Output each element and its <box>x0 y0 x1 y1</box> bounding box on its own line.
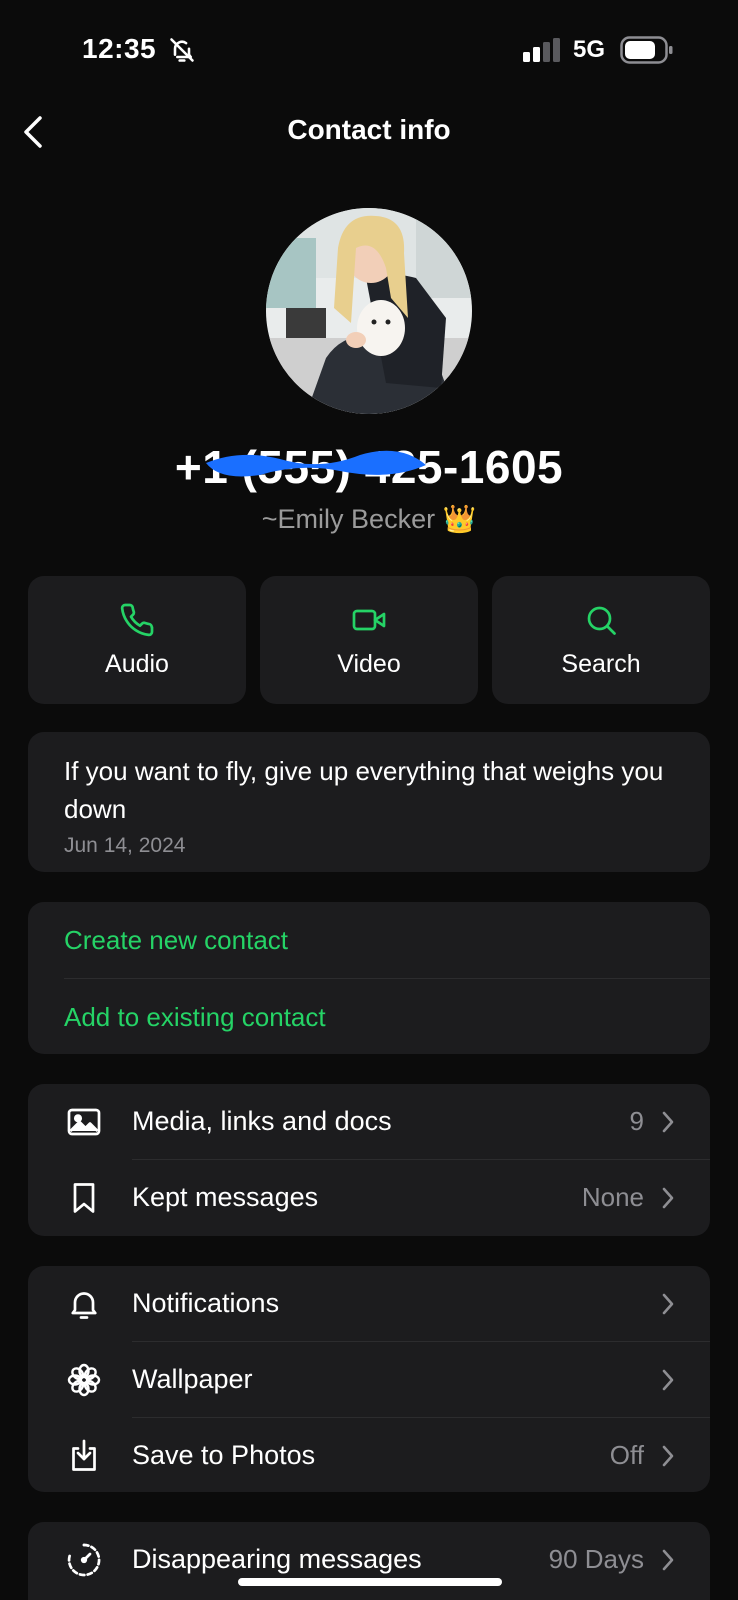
wallpaper-label: Wallpaper <box>132 1364 253 1394</box>
kept-messages-row[interactable]: Kept messages None <box>28 1160 710 1235</box>
about-card: If you want to fly, give up everything t… <box>28 732 710 872</box>
chevron-right-icon <box>662 1111 674 1132</box>
about-date: Jun 14, 2024 <box>64 834 186 857</box>
wallpaper-row[interactable]: Wallpaper <box>28 1342 710 1417</box>
search-label: Search <box>561 649 641 678</box>
chevron-right-icon <box>662 1369 674 1390</box>
kept-messages-value: None <box>581 1182 644 1212</box>
image-icon <box>67 1108 101 1135</box>
notifications-row[interactable]: Notifications <box>28 1266 710 1341</box>
contact-actions-card: Create new contact Add to existing conta… <box>28 902 710 1054</box>
bell-off-icon <box>170 38 194 62</box>
network-label: 5G <box>573 36 606 63</box>
search-button[interactable]: Search <box>492 576 710 704</box>
status-bar: 12:35 5G <box>0 0 738 100</box>
phone-icon <box>120 603 154 636</box>
disappearing-card: Disappearing messages 90 Days <box>28 1522 710 1600</box>
video-call-button[interactable]: Video <box>260 576 478 704</box>
kept-messages-label: Kept messages <box>132 1182 319 1212</box>
settings-card: Notifications Wallpaper Save to Photos O… <box>28 1266 710 1492</box>
download-icon <box>72 1439 96 1471</box>
chevron-right-icon <box>662 1293 674 1314</box>
media-links-docs-label: Media, links and docs <box>132 1106 392 1136</box>
media-count: 9 <box>629 1106 644 1136</box>
chevron-right-icon <box>662 1445 674 1466</box>
redaction-scribble <box>206 450 426 477</box>
create-contact-button[interactable]: Create new contact <box>28 902 710 978</box>
audio-label: Audio <box>105 649 169 678</box>
disappearing-messages-label: Disappearing messages <box>132 1544 422 1574</box>
video-label: Video <box>337 649 401 678</box>
quick-actions: Audio Video Search <box>28 576 710 704</box>
chevron-right-icon <box>662 1549 674 1570</box>
save-to-photos-value: Off <box>609 1440 644 1470</box>
battery-icon <box>620 36 673 64</box>
status-time: 12:35 <box>82 33 157 64</box>
search-icon <box>587 606 616 635</box>
timer-icon <box>67 1543 101 1576</box>
audio-call-button[interactable]: Audio <box>28 576 246 704</box>
chevron-right-icon <box>662 1187 674 1208</box>
push-name: ~Emily Becker 👑 <box>261 504 477 534</box>
media-links-docs-row[interactable]: Media, links and docs 9 <box>28 1084 710 1159</box>
media-card: Media, links and docs 9 Kept messages No… <box>28 1084 710 1236</box>
avatar[interactable] <box>266 208 472 414</box>
add-existing-contact-button[interactable]: Add to existing contact <box>28 979 710 1055</box>
video-icon <box>352 609 386 630</box>
flower-icon <box>67 1363 101 1396</box>
page-title: Contact info <box>287 114 451 145</box>
save-to-photos-row[interactable]: Save to Photos Off <box>28 1418 710 1493</box>
bookmark-icon <box>73 1182 95 1213</box>
signal-icon <box>523 38 560 62</box>
disappearing-messages-value: 90 Days <box>548 1544 644 1574</box>
home-indicator <box>238 1578 502 1586</box>
bell-icon <box>71 1291 97 1319</box>
save-to-photos-label: Save to Photos <box>132 1440 316 1470</box>
notifications-label: Notifications <box>132 1288 280 1318</box>
about-text: If you want to fly, give up everything t… <box>64 756 664 824</box>
nav-bar: Contact info <box>0 100 738 164</box>
